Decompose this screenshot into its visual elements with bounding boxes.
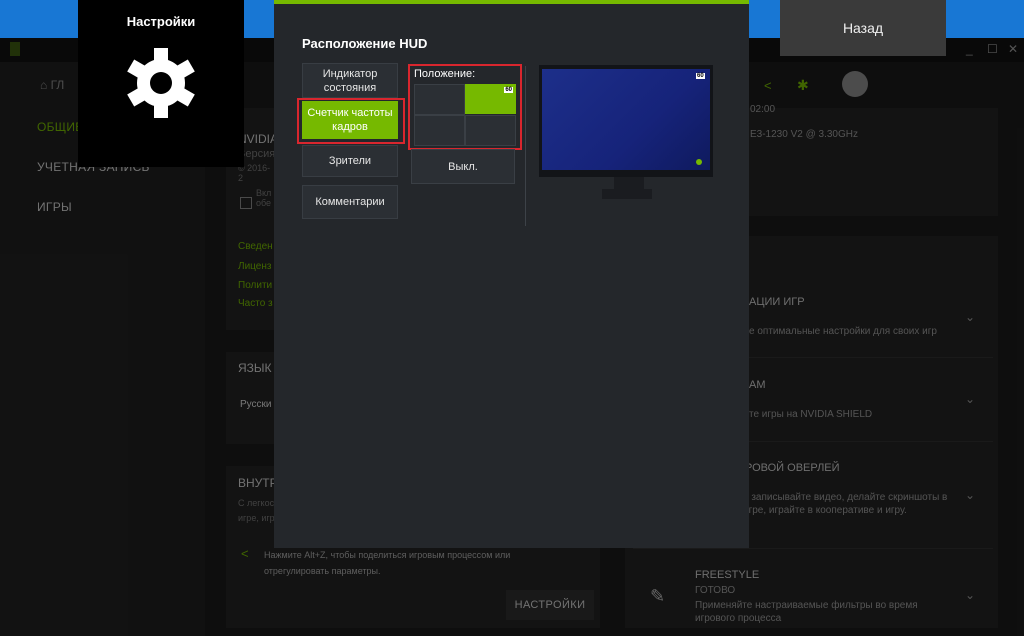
gear-icon — [127, 48, 195, 118]
position-cell-top-left[interactable] — [414, 84, 465, 115]
option-viewers[interactable]: Зрители — [302, 145, 398, 177]
position-label: Положение: — [414, 68, 476, 80]
fps-badge: 60 — [504, 87, 513, 93]
position-cell-bottom-right[interactable] — [465, 115, 516, 146]
settings-tile: Настройки — [78, 0, 244, 167]
monitor-stand — [602, 189, 652, 199]
preview-fps-badge: 60 — [696, 73, 705, 79]
status-indicator-icon — [696, 159, 702, 165]
monitor-screen — [542, 69, 710, 170]
dialog-accent-bar — [274, 0, 749, 4]
position-cell-bottom-left[interactable] — [414, 115, 465, 146]
dialog-title: Расположение HUD — [302, 36, 428, 51]
settings-title: Настройки — [126, 14, 196, 29]
position-cell-top-right[interactable]: 60 — [465, 84, 516, 114]
option-status-indicator[interactable]: Индикатор состояния — [302, 63, 398, 98]
option-comments[interactable]: Комментарии — [302, 185, 398, 219]
option-highlight — [297, 98, 405, 144]
off-button[interactable]: Выкл. — [411, 149, 515, 184]
back-button[interactable]: Назад — [780, 0, 946, 56]
hud-layout-dialog: Расположение HUD Индикатор состояния Сче… — [274, 0, 749, 548]
divider — [525, 66, 526, 226]
